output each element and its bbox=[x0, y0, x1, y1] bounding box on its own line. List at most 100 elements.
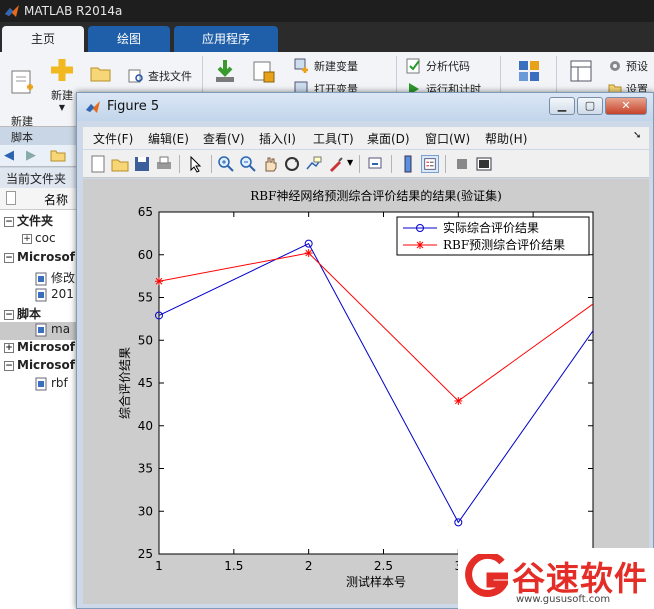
y-tick-label: 60 bbox=[138, 248, 153, 262]
colorbar-icon[interactable] bbox=[399, 155, 417, 173]
find-files-icon bbox=[128, 69, 143, 83]
list-item[interactable]: − Microsof bbox=[0, 250, 82, 268]
menu-desktop[interactable]: 桌面(D) bbox=[367, 130, 410, 147]
list-item[interactable]: + Microsof bbox=[0, 340, 82, 358]
data-point bbox=[454, 396, 463, 405]
new-script-button[interactable]: 新建 脚本 bbox=[4, 56, 40, 145]
list-item-label: Microsof bbox=[17, 358, 75, 372]
menu-edit[interactable]: 编辑(E) bbox=[148, 130, 189, 147]
x-axis-label: 测试样本号 bbox=[346, 574, 406, 589]
up-folder-icon[interactable] bbox=[50, 148, 66, 162]
hide-plot-tools-icon[interactable] bbox=[453, 155, 471, 173]
legend-marker bbox=[416, 241, 424, 249]
figure-titlebar: Figure 5 ▁ ▢ ✕ bbox=[77, 93, 653, 121]
new-button[interactable]: 新建 ▼ bbox=[46, 56, 78, 112]
tab-apps[interactable]: 应用程序 bbox=[174, 26, 278, 52]
rotate-3d-icon[interactable] bbox=[283, 155, 301, 173]
minimize-button[interactable]: ▁ bbox=[549, 97, 575, 115]
collapse-icon[interactable]: − bbox=[4, 252, 14, 263]
list-item-label: coc bbox=[35, 231, 56, 245]
data-point bbox=[304, 249, 313, 258]
matlab-figure-icon bbox=[86, 101, 100, 113]
new-variable-label: 新建变量 bbox=[314, 60, 358, 73]
menu-view[interactable]: 查看(V) bbox=[203, 130, 245, 147]
layout-icon[interactable] bbox=[570, 60, 592, 82]
list-item[interactable]: − 文件夹 bbox=[0, 212, 82, 230]
save-icon[interactable] bbox=[133, 155, 151, 173]
y-tick-label: 45 bbox=[138, 376, 153, 390]
chart-title: RBF神经网络预测综合评价结果的结果(验证集) bbox=[250, 188, 502, 203]
new-dropdown-arrow-icon: ▼ bbox=[58, 103, 66, 112]
collapse-icon[interactable]: − bbox=[4, 360, 14, 371]
new-figure-icon[interactable] bbox=[89, 155, 107, 173]
legend-icon[interactable] bbox=[421, 155, 439, 173]
list-item[interactable]: − 脚本 bbox=[0, 305, 82, 323]
y-tick-label: 55 bbox=[138, 291, 153, 305]
menu-window[interactable]: 窗口(W) bbox=[425, 130, 470, 147]
figure-menubar: 文件(F) 编辑(E) 查看(V) 插入(I) 工具(T) 桌面(D) 窗口(W… bbox=[83, 127, 649, 149]
link-plot-icon[interactable] bbox=[367, 155, 385, 173]
new-variable-button[interactable]: 新建变量 bbox=[294, 58, 358, 74]
figure-title: Figure 5 bbox=[107, 99, 160, 114]
close-button[interactable]: ✕ bbox=[605, 97, 647, 115]
import-data-icon[interactable] bbox=[212, 58, 238, 84]
list-item[interactable]: rbf bbox=[0, 376, 82, 394]
watermark-url: www.gususoft.com bbox=[516, 594, 611, 605]
collapse-icon[interactable]: − bbox=[4, 309, 14, 320]
analyze-code-button[interactable]: 分析代码 bbox=[406, 58, 470, 74]
open-file-icon[interactable] bbox=[111, 155, 129, 173]
brush-dropdown-icon[interactable]: ▼ bbox=[347, 158, 353, 167]
figure-toolbar: ▼ bbox=[83, 150, 649, 178]
dock-arrow-icon[interactable]: ➘ bbox=[633, 130, 641, 141]
brush-icon[interactable] bbox=[327, 155, 345, 173]
forward-arrow-icon[interactable]: ▶ bbox=[26, 148, 36, 163]
zoom-out-icon[interactable] bbox=[239, 155, 257, 173]
data-cursor-icon[interactable] bbox=[305, 155, 323, 173]
address-bar[interactable]: ◀ ▶ bbox=[0, 145, 82, 167]
back-arrow-icon[interactable]: ◀ bbox=[4, 148, 14, 163]
tab-home[interactable]: 主页 bbox=[2, 26, 84, 52]
column-header[interactable]: 名称 bbox=[0, 188, 82, 210]
legend-entry: RBF预测综合评价结果 bbox=[443, 237, 565, 252]
expand-icon[interactable]: + bbox=[22, 233, 32, 244]
analyze-code-label: 分析代码 bbox=[426, 60, 470, 73]
menu-insert[interactable]: 插入(I) bbox=[259, 130, 296, 147]
watermark-text: 谷速软件 bbox=[512, 559, 648, 598]
y-axis-label: 综合评价结果 bbox=[117, 347, 132, 419]
tab-plots[interactable]: 绘图 bbox=[88, 26, 170, 52]
y-tick-label: 35 bbox=[138, 462, 153, 476]
list-item-label: 脚本 bbox=[17, 307, 42, 321]
find-files-label: 查找文件 bbox=[148, 70, 192, 83]
y-tick-label: 65 bbox=[138, 205, 153, 219]
zoom-in-icon[interactable] bbox=[217, 155, 235, 173]
list-item[interactable]: 201 bbox=[0, 287, 82, 305]
layout-grid-icon[interactable] bbox=[518, 60, 540, 82]
menu-tools[interactable]: 工具(T) bbox=[313, 130, 354, 147]
expand-icon[interactable]: + bbox=[4, 342, 14, 353]
list-item[interactable]: + coc bbox=[0, 231, 82, 249]
menu-help[interactable]: 帮助(H) bbox=[485, 130, 527, 147]
pointer-icon[interactable] bbox=[187, 155, 205, 173]
maximize-button[interactable]: ▢ bbox=[577, 97, 603, 115]
list-item-label: 201 bbox=[51, 287, 74, 301]
new-label: 新建 bbox=[51, 89, 73, 102]
list-item-label: rbf bbox=[51, 376, 68, 390]
collapse-icon[interactable]: − bbox=[4, 216, 14, 227]
toolbar-separator bbox=[211, 155, 212, 173]
line-chart[interactable]: RBF神经网络预测综合评价结果的结果(验证集) 25 30 35 40 45 50 55 60 6… bbox=[83, 179, 649, 604]
show-plot-tools-icon[interactable] bbox=[475, 155, 493, 173]
list-item[interactable]: ma bbox=[0, 322, 82, 340]
find-files-button[interactable]: 查找文件 bbox=[128, 68, 192, 84]
select-all-checkbox[interactable] bbox=[6, 191, 16, 205]
print-icon[interactable] bbox=[155, 155, 173, 173]
save-workspace-icon[interactable] bbox=[252, 60, 276, 84]
pan-hand-icon[interactable] bbox=[261, 155, 279, 173]
list-item[interactable]: − Microsof bbox=[0, 358, 82, 376]
app-title: MATLAB R2014a bbox=[24, 4, 123, 18]
list-item[interactable]: 修改 bbox=[0, 269, 82, 287]
menu-file[interactable]: 文件(F) bbox=[93, 130, 133, 147]
new-plus-icon bbox=[51, 59, 73, 81]
open-folder-icon[interactable] bbox=[90, 64, 112, 82]
file-icon bbox=[35, 288, 47, 301]
preferences-button[interactable]: 预设 bbox=[608, 58, 648, 74]
